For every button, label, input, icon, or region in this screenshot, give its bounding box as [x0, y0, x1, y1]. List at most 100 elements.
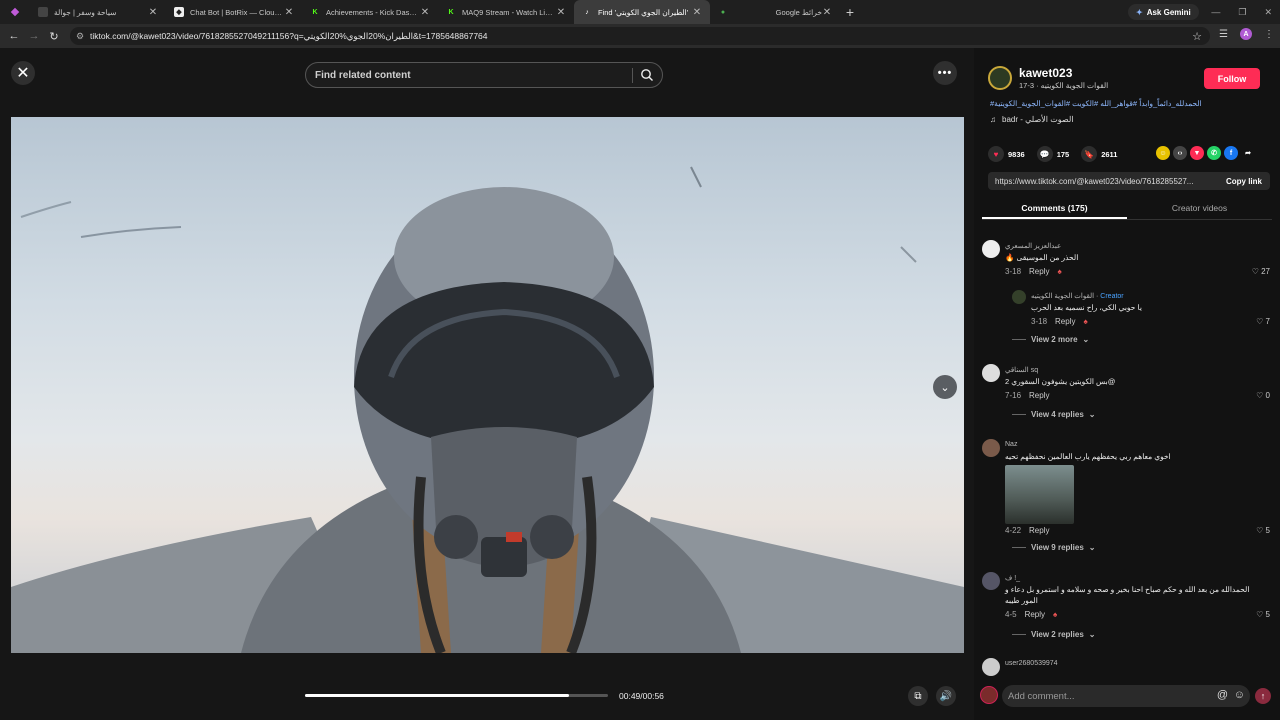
reply-button[interactable]: Reply [1029, 526, 1049, 535]
send-to-friend-icon[interactable]: ▼ [1190, 146, 1204, 160]
commenter-name[interactable]: السناقي sq [1005, 366, 1038, 374]
post-comment-button[interactable]: ↑ [1255, 688, 1271, 704]
pip-button[interactable]: ⧉ [908, 686, 928, 706]
comment-text: الحمدالله من بعد الله و حكم صباح احنا بخ… [1005, 585, 1250, 594]
minimize-icon[interactable]: — [1211, 7, 1220, 17]
commenter-avatar[interactable] [982, 572, 1000, 590]
share-icons: ☺ ‹› ▼ ✆ f ➦ [1156, 146, 1255, 160]
new-tab-button[interactable]: + [840, 4, 860, 20]
comment-button[interactable]: 💬 175 [1036, 146, 1069, 162]
reaction-icon[interactable]: ♠ [1083, 317, 1087, 326]
actions-row: ♥ 9836 💬 175 🔖 2611 [988, 146, 1129, 162]
tab-4[interactable]: K MAQ9 Stream - Watch Live on ✕ [438, 0, 574, 24]
bookmark-star-icon[interactable]: ☆ [1192, 30, 1202, 43]
more-options-button[interactable]: ••• [933, 61, 957, 85]
reply-button[interactable]: Reply [1025, 610, 1045, 619]
commenter-name[interactable]: القوات الجوية الكويتيه · Creator [1031, 292, 1124, 300]
emoji-icon[interactable]: ☺ [1234, 689, 1245, 701]
commenter-avatar[interactable] [982, 439, 1000, 457]
reply-button[interactable]: Reply [1029, 391, 1049, 400]
reaction-icon[interactable]: ♠ [1053, 610, 1057, 619]
commenter-avatar[interactable] [1012, 290, 1026, 304]
comment-like-button[interactable]: ♡ 5 [1256, 526, 1270, 535]
tab-1[interactable]: سياحة وسفر | جوالة ✕ [30, 0, 166, 24]
video-progress-bar[interactable] [305, 694, 608, 697]
profile-avatar[interactable]: A [1240, 28, 1252, 40]
commenter-name[interactable]: عبدالعزيز المسعري [1005, 242, 1061, 250]
close-video-button[interactable]: ✕ [11, 61, 35, 85]
like-button[interactable]: ♥ 9836 [988, 146, 1025, 162]
author-avatar[interactable] [988, 66, 1012, 90]
reaction-icon[interactable]: ♠ [1057, 267, 1061, 276]
tab-close-icon[interactable]: ✕ [556, 7, 566, 18]
embed-icon[interactable]: ‹› [1173, 146, 1187, 160]
view-more-replies[interactable]: View 9 replies ⌄ [1012, 543, 1095, 552]
add-comment-field[interactable]: @ ☺ [1002, 685, 1250, 707]
commenter-name[interactable]: ف !_ [1005, 574, 1020, 582]
commenter-avatar[interactable] [982, 658, 1000, 676]
hashtags[interactable]: #الحمدلله_دائماً_وابداً #قواهر_الله #الك… [990, 99, 1202, 108]
fire-emoji-icon: 🔥 [1005, 253, 1017, 262]
reload-icon[interactable]: ↻ [44, 30, 64, 43]
maximize-icon[interactable]: ❐ [1238, 7, 1246, 18]
tab-active[interactable]: ♪ Find 'الطيران الجوي الكويتي' ✕ [574, 0, 710, 24]
facebook-icon[interactable]: f [1224, 146, 1238, 160]
comment-image-thumbnail[interactable] [1005, 465, 1074, 524]
window-close-icon[interactable]: ✕ [1264, 7, 1272, 18]
view-more-replies[interactable]: View 2 more ⌄ [1012, 335, 1089, 344]
commenter-avatar[interactable] [982, 240, 1000, 258]
commenter-avatar[interactable] [982, 364, 1000, 382]
address-bar[interactable]: ⚙ tiktok.com/@kawet023/video/76182855270… [70, 27, 1210, 45]
tab-close-icon[interactable]: ✕ [148, 7, 158, 18]
related-search-box[interactable] [305, 62, 663, 88]
tab-close-icon[interactable]: ✕ [420, 7, 430, 18]
tab-2[interactable]: ◆Chat Bot | BotRix — Cloud Stre✕ [166, 0, 302, 24]
author-username[interactable]: kawet023 [1019, 66, 1072, 80]
tab-creator-videos[interactable]: Creator videos [1127, 198, 1272, 219]
comment-like-button[interactable]: ♡ 7 [1256, 317, 1270, 326]
ask-gemini-button[interactable]: ✦ Ask Gemini [1128, 4, 1199, 20]
panel-tabs: Comments (175) Creator videos [982, 198, 1272, 220]
tab-close-icon[interactable]: ✕ [692, 7, 702, 18]
comment-like-count: 0 [1265, 391, 1270, 400]
emoji-share-icon[interactable]: ☺ [1156, 146, 1170, 160]
site-info-icon[interactable]: ⚙ [76, 31, 90, 42]
copy-link-button[interactable]: Copy link [1226, 177, 1262, 186]
tab-6[interactable]: ● Google خرائط ✕ [710, 0, 840, 24]
save-button[interactable]: 🔖 2611 [1081, 146, 1117, 162]
chevron-down-icon: ⌄ [940, 381, 950, 394]
comment-date: 3-18 [1005, 267, 1022, 276]
view-more-replies[interactable]: View 4 replies ⌄ [1012, 410, 1095, 419]
forward-icon[interactable]: → [24, 30, 44, 42]
menu-kebab-icon[interactable]: ⋮ [1264, 29, 1274, 40]
search-input[interactable] [315, 69, 625, 81]
comment-input[interactable] [1008, 690, 1208, 702]
commenter-name[interactable]: user2680539974 [1005, 660, 1058, 667]
view-more-replies[interactable]: View 2 replies ⌄ [1012, 630, 1095, 639]
tab-3[interactable]: KAchievements - Kick Dashboard✕ [302, 0, 438, 24]
commenter-name[interactable]: Naz [1005, 441, 1017, 448]
whatsapp-icon[interactable]: ✆ [1207, 146, 1221, 160]
reply-button[interactable]: Reply [1055, 317, 1075, 326]
volume-button[interactable]: 🔊 [936, 686, 956, 706]
search-icon[interactable] [640, 68, 654, 82]
comment-like-button[interactable]: ♡ 27 [1252, 267, 1270, 276]
tab-close-icon[interactable]: ✕ [284, 7, 294, 18]
comment-meta: 3-18 Reply ♠ [1031, 317, 1088, 326]
back-icon[interactable]: ← [4, 30, 24, 42]
tab-close-icon[interactable]: ✕ [822, 7, 832, 18]
comment-bubble-icon: 💬 [1036, 146, 1053, 162]
video-frame[interactable] [11, 117, 964, 653]
share-arrow-icon[interactable]: ➦ [1241, 146, 1255, 160]
tab-search-icon[interactable] [0, 7, 30, 17]
reply-button[interactable]: Reply [1029, 267, 1049, 276]
share-link-box[interactable]: https://www.tiktok.com/@kawet023/video/7… [988, 172, 1270, 190]
follow-button[interactable]: Follow [1204, 68, 1260, 89]
music-row[interactable]: ♫ badr - الصوت الأصلي [990, 115, 1074, 124]
tab-comments[interactable]: Comments (175) [982, 198, 1127, 219]
comment-like-button[interactable]: ♡ 5 [1256, 610, 1270, 619]
mention-icon[interactable]: @ [1217, 689, 1228, 701]
tab-search-button-icon[interactable]: ☰ [1219, 29, 1228, 40]
comment-like-button[interactable]: ♡ 0 [1256, 391, 1270, 400]
next-video-button[interactable]: ⌄ [933, 375, 957, 399]
